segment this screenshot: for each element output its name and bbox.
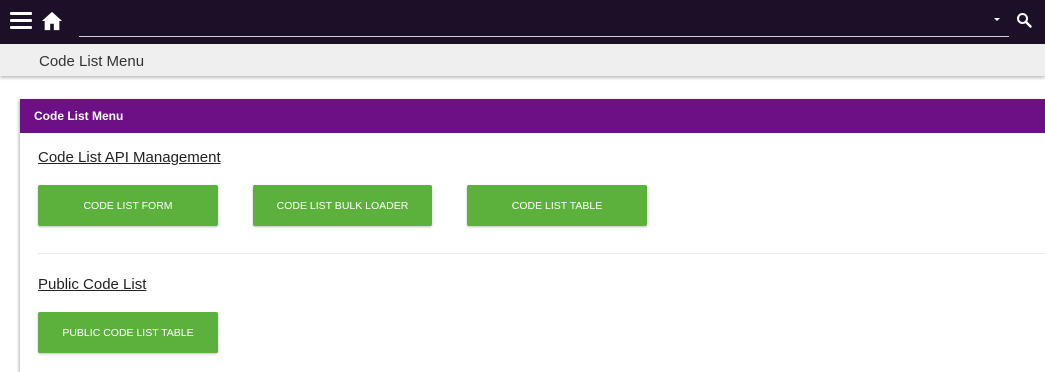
section-divider [38, 253, 1045, 254]
page-header: Code List Menu [0, 44, 1045, 76]
page-title: Code List Menu [39, 53, 145, 70]
code-list-form-button[interactable]: CODE LIST FORM [38, 185, 218, 226]
section-heading-code-list-api-management[interactable]: Code List API Management [38, 149, 221, 166]
code-list-menu-card: Code List Menu Code List API Management … [20, 99, 1045, 372]
section-heading-public-code-list[interactable]: Public Code List [38, 276, 146, 293]
code-list-table-button[interactable]: CODE LIST TABLE [467, 185, 647, 226]
card-header: Code List Menu [20, 99, 1045, 133]
top-nav-bar [0, 0, 1045, 44]
code-list-bulk-loader-button[interactable]: CODE LIST BULK LOADER [253, 185, 432, 226]
public-code-list-table-button[interactable]: PUBLIC CODE LIST TABLE [38, 312, 218, 353]
search-icon[interactable] [1016, 12, 1032, 28]
search-input[interactable] [79, 10, 1009, 37]
home-icon[interactable] [41, 10, 63, 32]
hamburger-menu-icon[interactable] [10, 12, 32, 30]
dropdown-caret-icon[interactable] [994, 18, 1000, 21]
